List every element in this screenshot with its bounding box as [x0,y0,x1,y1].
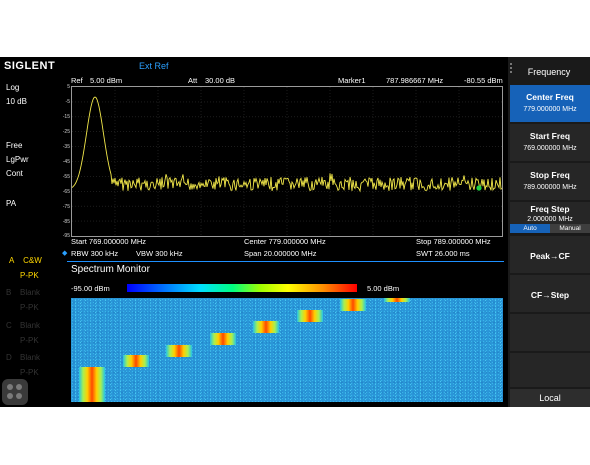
spectrum-graph[interactable] [71,86,503,237]
freq-step-label: Freq Step [530,204,570,214]
rbw: RBW 300 kHz [71,249,119,258]
start-freq-button[interactable]: Start Freq 769.000000 MHz [510,124,590,161]
cf-to-step-label: CF→Step [530,290,570,300]
y-tick: -85 [62,219,70,225]
waterfall-signal [384,298,410,302]
trace-d-letter: D [6,353,12,362]
detector-mode: LgPwr [6,155,29,164]
center-freq-label: Center Freq [526,92,574,102]
stop-freq-label: Stop Freq [530,170,570,180]
scale-div: 10 dB [6,97,27,106]
y-tick: -55 [62,174,70,180]
trigger-mode: Cont [6,169,23,178]
waterfall-signal [123,355,149,367]
attenuation[interactable]: 30.00 dB [205,76,235,85]
spectrum-plot [71,87,503,236]
menu-title: Frequency [527,67,571,77]
preamp-indicator: PA [6,199,17,208]
sweep-mode: Free [6,141,23,150]
y-tick: -65 [62,189,70,195]
y-tick: -15 [62,114,70,120]
y-tick: -95 [62,233,70,239]
empty-softkey[interactable] [510,353,590,387]
waterfall-signal [166,345,192,357]
trace-a-mode: C&W [23,256,42,265]
ref-level[interactable]: 5.00 dBm [90,76,122,85]
waterfall-signal [340,299,366,311]
trace-c-mode: Blank [20,321,41,330]
rbw-bullet-icon: ◆ [62,250,68,257]
marker-level: -80.55 dBm [464,76,503,85]
empty-softkey[interactable] [510,314,590,351]
trace-a-letter: A [9,256,14,265]
marker-label: Marker1 [338,76,366,85]
scale-mode: Log [6,83,20,92]
stop-freq-button[interactable]: Stop Freq 789.000000 MHz [510,163,590,200]
cf-to-step-button[interactable]: CF→Step [510,275,590,312]
freq-step-manual[interactable]: Manual [550,224,590,233]
siglent-logo: SIGLENT [4,60,56,72]
colorbar [127,284,357,292]
trace-d-detector: P-PK [20,368,39,377]
waterfall-signal [79,367,105,402]
waterfall-signal [253,321,279,333]
center-frequency: Center 779.000000 MHz [244,237,326,246]
trace-c-detector: P-PK [20,336,39,345]
trace-a-status[interactable]: A C&W [9,256,42,265]
att-label: Att [188,76,198,85]
peak-to-cf-label: Peak→CF [530,251,570,261]
graticule [72,87,502,236]
marker-1 [476,185,482,191]
divider [67,261,504,262]
vbw: VBW 300 kHz [136,249,183,258]
start-freq-value: 769.000000 MHz [523,145,577,152]
start-freq-label: Start Freq [529,131,571,141]
y-tick: -35 [62,144,70,150]
start-frequency: Start 769.000000 MHz [71,237,147,246]
stop-frequency: Stop 789.000000 MHz [416,237,491,246]
trace-b-detector: P-PK [20,303,39,312]
y-tick: -5 [65,99,70,105]
waterfall-signal [297,310,323,322]
center-freq-value: 779.000000 MHz [523,106,577,113]
ref-label: Ref [71,76,83,85]
span: Span 20.000000 MHz [244,249,317,258]
y-tick: -75 [62,204,70,210]
center-freq-button[interactable]: Center Freq 779.000000 MHz [510,85,590,122]
ext-ref-indicator: Ext Ref [139,61,169,71]
trace-a-detector: P-PK [20,271,39,280]
waterfall-signal [210,333,236,345]
trace-b-mode: Blank [20,288,41,297]
colorbar-min: -95.00 dBm [71,284,110,293]
app-grid-icon[interactable] [2,379,28,405]
y-tick: -45 [62,159,70,165]
sweep-time: SWT 26.000 ms [416,249,470,258]
marker-frequency: 787.986667 MHz [386,76,444,85]
trace-d-mode: Blank [20,353,41,362]
colorbar-max: 5.00 dBm [367,284,400,293]
local-button[interactable]: Local [510,389,590,407]
peak-to-cf-button[interactable]: Peak→CF [510,236,590,273]
freq-step-value: 2.000000 MHz [527,216,573,223]
analyzer-screen: SIGLENT Ext Ref Log 10 dB Free LgPwr Con… [0,57,590,407]
trace-c-letter: C [6,321,12,330]
trace-b-letter: B [6,288,12,297]
softkey-menu: Frequency Center Freq 779.000000 MHz Sta… [508,57,590,407]
y-tick: -25 [62,129,70,135]
freq-step-auto[interactable]: Auto [510,224,550,233]
y-tick: 5 [67,84,70,90]
waterfall-display[interactable] [71,298,503,402]
freq-step-button[interactable]: Freq Step 2.000000 MHz [510,202,590,224]
stop-freq-value: 789.000000 MHz [523,184,577,191]
spectrum-monitor-title: Spectrum Monitor [71,264,150,275]
